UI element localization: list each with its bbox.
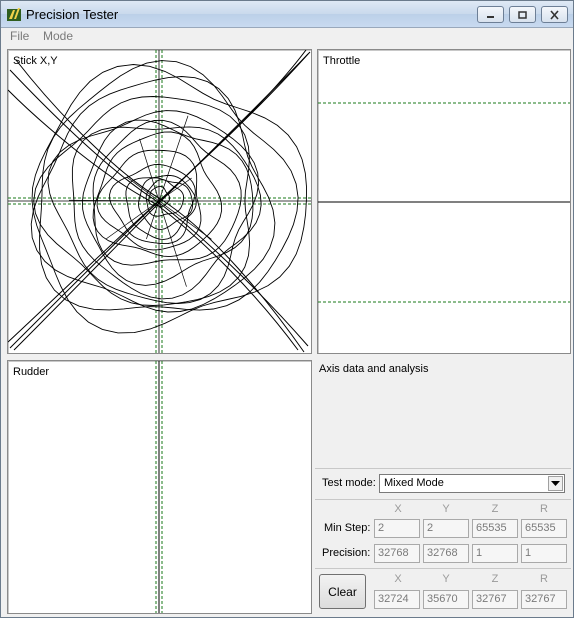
header-r: R: [540, 503, 548, 515]
header-y: Y: [442, 503, 450, 515]
stick-trace-plot: [8, 50, 311, 353]
precision-y-value: 32768: [427, 547, 458, 559]
header-r-current: R: [540, 573, 548, 585]
rudder-panel: Rudder: [7, 360, 312, 614]
test-mode-select[interactable]: Mixed Mode: [379, 474, 565, 493]
current-z-field: 32767: [472, 590, 518, 609]
chevron-down-icon: [551, 480, 560, 486]
min-step-z-field: 65535: [472, 519, 518, 538]
throttle-panel: Throttle: [317, 49, 571, 354]
minimize-icon: [487, 15, 494, 18]
current-r-field: 32767: [521, 590, 567, 609]
stick-xy-panel: Stick X,Y: [7, 49, 312, 354]
min-step-x-value: 2: [378, 522, 385, 534]
test-mode-value: Mixed Mode: [384, 477, 444, 489]
analysis-area: Axis data and analysis: [314, 357, 571, 467]
header-y-current: Y: [442, 573, 450, 585]
header-z-current: Z: [491, 573, 499, 585]
throttle-label: Throttle: [323, 55, 361, 67]
title-bar[interactable]: Precision Tester: [1, 1, 573, 28]
current-y-value: 35670: [427, 593, 458, 605]
stick-trace-spoke: [105, 200, 160, 240]
header-x: X: [394, 503, 402, 515]
menu-file[interactable]: File: [10, 29, 29, 43]
test-mode-group: [315, 468, 571, 469]
min-step-r-field: 65535: [521, 519, 567, 538]
test-mode-label: Test mode:: [322, 477, 376, 489]
close-icon: [550, 9, 559, 20]
precision-z-field: 1: [472, 544, 518, 563]
header-x-current: X: [394, 573, 402, 585]
precision-y-field: 32768: [423, 544, 469, 563]
clear-button[interactable]: Clear: [319, 574, 366, 609]
stick-xy-label: Stick X,Y: [13, 55, 58, 67]
precision-label: Precision:: [322, 547, 371, 559]
maximize-button[interactable]: [509, 6, 536, 23]
current-r-value: 32767: [525, 593, 556, 605]
min-step-z-value: 65535: [476, 522, 507, 534]
current-values-group: [315, 568, 571, 569]
rudder-plot: [155, 361, 163, 613]
precision-z-value: 1: [476, 547, 483, 559]
app-icon: [7, 8, 21, 21]
current-x-field: 32724: [374, 590, 420, 609]
min-step-x-field: 2: [374, 519, 420, 538]
menu-mode[interactable]: Mode: [43, 29, 73, 43]
window-title: Precision Tester: [26, 7, 119, 22]
header-z: Z: [491, 503, 499, 515]
current-z-value: 32767: [476, 593, 507, 605]
precision-x-value: 32768: [378, 547, 409, 559]
menu-bar: File Mode: [1, 28, 573, 46]
close-button[interactable]: [541, 6, 568, 23]
stats-group: [315, 499, 571, 500]
minimize-button[interactable]: [477, 6, 504, 23]
analysis-title: Axis data and analysis: [319, 363, 429, 375]
current-y-field: 35670: [423, 590, 469, 609]
precision-r-field: 1: [521, 544, 567, 563]
maximize-icon: [518, 10, 527, 19]
precision-r-value: 1: [525, 547, 532, 559]
min-step-y-field: 2: [423, 519, 469, 538]
precision-x-field: 32768: [374, 544, 420, 563]
dropdown-button[interactable]: [548, 476, 563, 491]
current-x-value: 32724: [378, 593, 409, 605]
throttle-plot: [318, 102, 570, 303]
precision-tester-window: Precision Tester File Mode Stick X,Y Thr…: [0, 0, 574, 618]
min-step-y-value: 2: [427, 522, 434, 534]
stick-trace-spoke: [158, 200, 212, 240]
rudder-label: Rudder: [13, 366, 50, 378]
min-step-label: Min Step:: [324, 522, 371, 534]
min-step-r-value: 65535: [525, 522, 556, 534]
